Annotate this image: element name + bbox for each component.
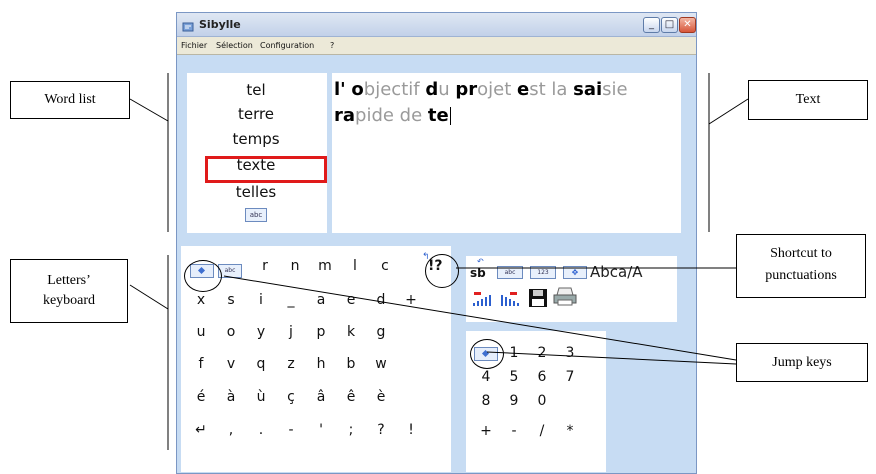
jump-key-highlight-circle bbox=[184, 260, 222, 292]
punctuation-highlight-circle bbox=[425, 254, 459, 288]
label-text: Text bbox=[748, 80, 868, 120]
label-shortcut-punctuations: Shortcut to punctuations bbox=[736, 234, 866, 298]
label-letters-keyboard: Letters’ keyboard bbox=[10, 259, 128, 323]
text-leader bbox=[708, 98, 749, 125]
numpad-jump-highlight-circle bbox=[470, 339, 504, 369]
label-jump-keys: Jump keys bbox=[736, 343, 868, 382]
letters-leader bbox=[129, 284, 169, 310]
word-list-leader bbox=[129, 98, 169, 122]
label-word-list: Word list bbox=[10, 81, 130, 119]
